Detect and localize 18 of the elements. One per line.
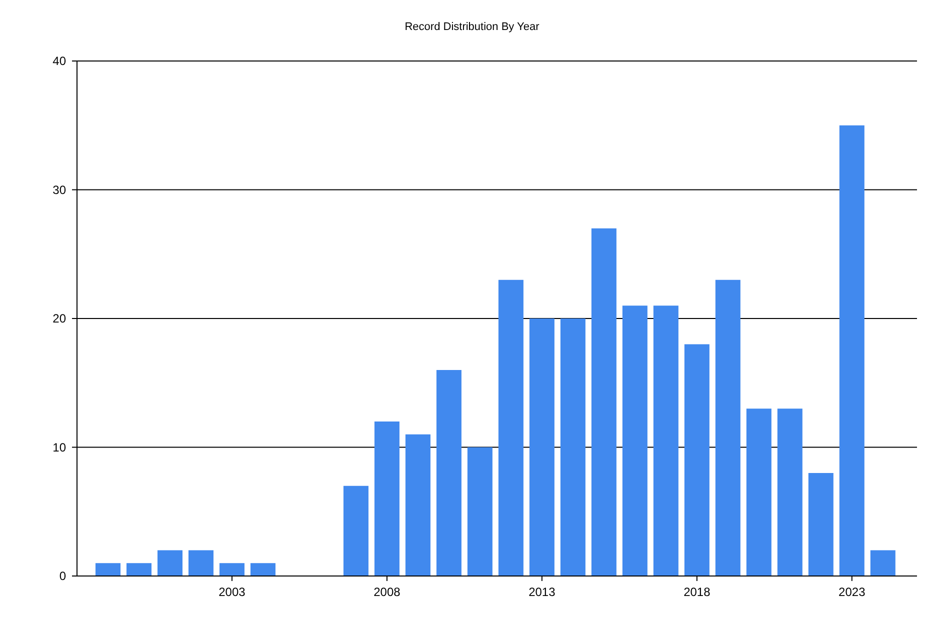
bar <box>250 563 276 576</box>
y-tick-label: 30 <box>52 182 66 197</box>
x-tick-label: 2008 <box>374 585 400 599</box>
chart-title: Record Distribution By Year <box>404 21 540 33</box>
x-tick-label: 2018 <box>684 585 710 599</box>
x-tick-label: 2023 <box>838 585 866 599</box>
x-tick-label: 2013 <box>528 585 556 599</box>
y-tick-label: 20 <box>52 312 66 326</box>
bar <box>126 563 152 576</box>
bar <box>219 563 244 576</box>
y-tick-label: 40 <box>52 54 66 68</box>
bar <box>96 563 120 576</box>
y-tick-label: 0 <box>59 569 66 583</box>
bar <box>188 550 214 576</box>
y-tick-label: 10 <box>52 440 66 454</box>
x-tick-label: 2003 <box>218 585 246 599</box>
bar <box>870 550 896 576</box>
bar <box>158 550 182 576</box>
